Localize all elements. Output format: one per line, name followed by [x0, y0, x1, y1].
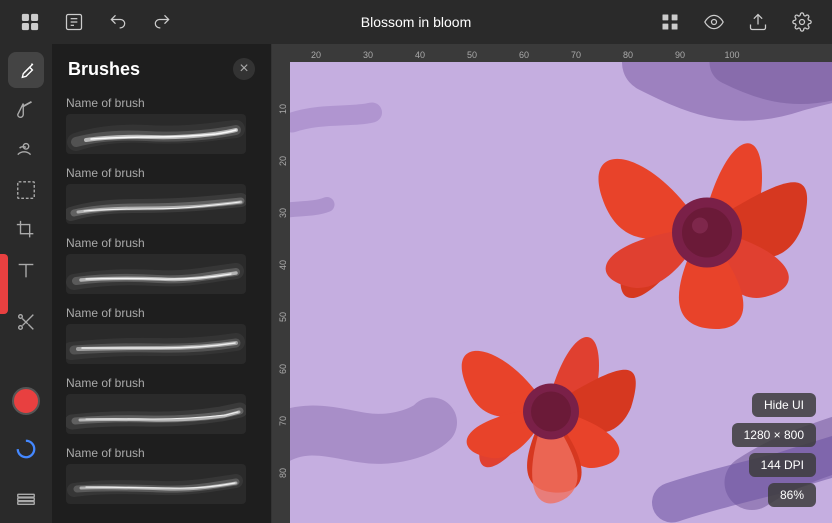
- document-title: Blossom in bloom: [361, 14, 472, 30]
- brush-preview: [66, 394, 246, 434]
- size-indicator: [0, 254, 8, 314]
- select-tool-button[interactable]: [8, 172, 44, 208]
- brush-item[interactable]: Name of brush: [52, 300, 271, 370]
- brushes-header: Brushes ×: [52, 44, 271, 90]
- settings-button[interactable]: [788, 8, 816, 36]
- brush-item[interactable]: Name of brush: [52, 90, 271, 160]
- ruler-mark: 90: [654, 50, 706, 60]
- brush-item[interactable]: Name of brush: [52, 370, 271, 440]
- ruler-mark: 80: [602, 50, 654, 60]
- ruler-mark: 40: [394, 50, 446, 60]
- dpi-badge: 144 DPI: [749, 453, 816, 477]
- file-button[interactable]: [60, 8, 88, 36]
- brush-preview: [66, 184, 246, 224]
- zoom-badge: 86%: [768, 483, 816, 507]
- canvas-area[interactable]: 20 30 40 50 60 70 80 90 100 10 20 30 40 …: [272, 44, 832, 523]
- brushes-title: Brushes: [68, 59, 140, 80]
- topbar-right: [656, 8, 816, 36]
- resolution-badge: 1280 × 800: [732, 423, 816, 447]
- loading-indicator: [8, 431, 44, 467]
- brush-preview: [66, 114, 246, 154]
- topbar-left: [16, 8, 176, 36]
- brush-name: Name of brush: [66, 306, 257, 320]
- brush-tool-button[interactable]: [8, 92, 44, 128]
- brush-name: Name of brush: [66, 166, 257, 180]
- undo-button[interactable]: [104, 8, 132, 36]
- ruler-mark: 60: [498, 50, 550, 60]
- ruler-mark: 50: [446, 50, 498, 60]
- crop-tool-button[interactable]: [8, 212, 44, 248]
- main-area: @keyframes spin { from { transform: rota…: [0, 44, 832, 523]
- ruler-v-mark: 40: [278, 218, 288, 270]
- draw-tool-button[interactable]: [8, 52, 44, 88]
- smudge-tool-button[interactable]: [8, 132, 44, 168]
- ruler-mark: 20: [290, 50, 342, 60]
- topbar: Blossom in bloom: [0, 0, 832, 44]
- brush-name: Name of brush: [66, 236, 257, 250]
- brush-item[interactable]: Name of brush: [52, 440, 271, 510]
- ruler-v-mark: 70: [278, 374, 288, 426]
- left-toolbar: @keyframes spin { from { transform: rota…: [0, 44, 52, 523]
- export-button[interactable]: [744, 8, 772, 36]
- cut-tool-button[interactable]: [8, 304, 44, 340]
- ruler-v-mark: 30: [278, 166, 288, 218]
- ruler-mark: 70: [550, 50, 602, 60]
- ruler-v-mark: 50: [278, 270, 288, 322]
- brush-item[interactable]: Name of brush: [52, 230, 271, 300]
- brush-name: Name of brush: [66, 96, 257, 110]
- ruler-v-mark: 20: [278, 114, 288, 166]
- hide-ui-badge[interactable]: Hide UI: [752, 393, 816, 417]
- redo-button[interactable]: [148, 8, 176, 36]
- brushes-panel: Brushes × Name of brush: [52, 44, 272, 523]
- ruler-v-mark: 60: [278, 322, 288, 374]
- ruler-v-mark: 10: [278, 62, 288, 114]
- layers-button[interactable]: [8, 479, 44, 515]
- brushes-list: Name of brush Name of brush: [52, 90, 271, 523]
- brush-preview: [66, 464, 246, 504]
- ruler-corner: [272, 44, 290, 62]
- brush-preview: [66, 324, 246, 364]
- color-swatch[interactable]: [12, 387, 40, 415]
- brush-preview: [66, 254, 246, 294]
- brush-name: Name of brush: [66, 446, 257, 460]
- ruler-left: 10 20 30 40 50 60 70 80: [272, 62, 290, 523]
- grid-button[interactable]: [656, 8, 684, 36]
- ruler-v-mark: 80: [278, 426, 288, 478]
- canvas-content[interactable]: Hide UI 1280 × 800 144 DPI 86%: [272, 62, 832, 523]
- brush-item[interactable]: Name of brush: [52, 160, 271, 230]
- ruler-mark: 30: [342, 50, 394, 60]
- text-tool-button[interactable]: [8, 252, 44, 288]
- ruler-top: 20 30 40 50 60 70 80 90 100: [272, 44, 832, 62]
- ruler-mark: 100: [706, 50, 758, 60]
- brushes-close-button[interactable]: ×: [233, 58, 255, 80]
- apps-button[interactable]: [16, 8, 44, 36]
- info-badges: Hide UI 1280 × 800 144 DPI 86%: [732, 393, 816, 507]
- brush-name: Name of brush: [66, 376, 257, 390]
- eye-button[interactable]: [700, 8, 728, 36]
- ruler-h-marks: 20 30 40 50 60 70 80 90 100: [272, 50, 758, 60]
